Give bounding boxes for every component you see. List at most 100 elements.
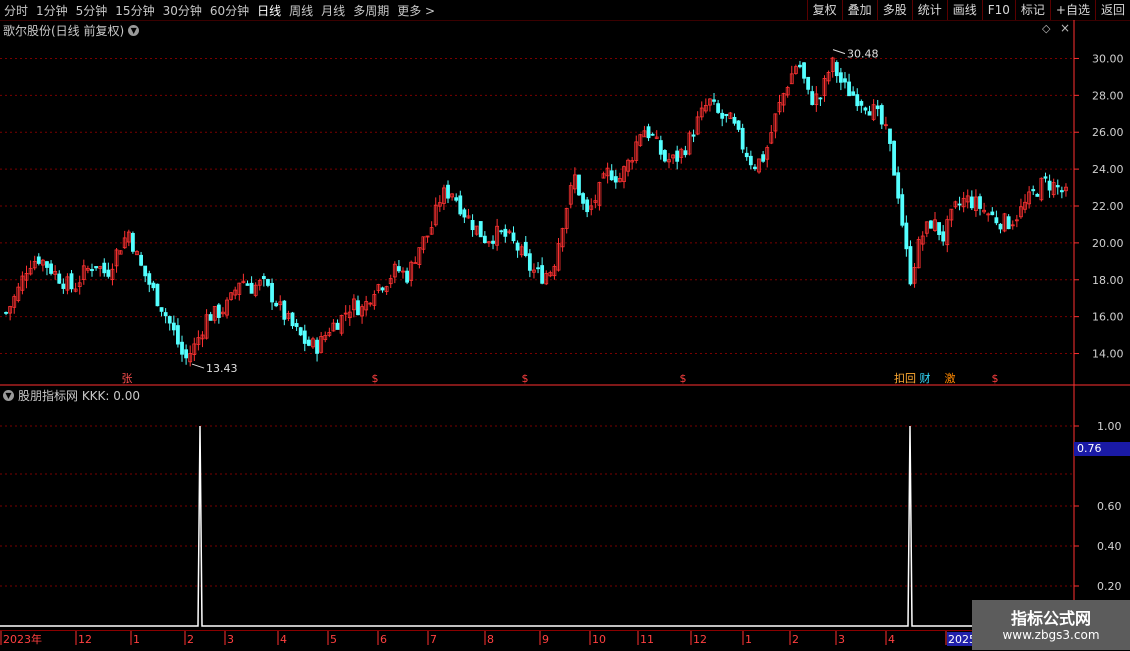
candle-body [863,107,868,111]
candle-body [798,64,802,68]
candle-body [888,128,892,144]
close-icon[interactable]: × [1060,21,1070,35]
candle-body [356,300,360,316]
candle-body [937,222,941,235]
candle-body [306,339,311,346]
candle-body [380,287,385,291]
signal-marker: 张 [122,372,133,385]
candle-body [90,268,94,272]
signal-marker: 激 [945,371,956,385]
candle-body [515,242,520,251]
candle-body [184,349,189,359]
indicator-current-value: 0.76 [1074,442,1130,456]
candle-body [536,267,540,270]
date-axis [0,630,1130,651]
candle-body [302,330,307,344]
candle-body [908,246,913,285]
candle-body [892,140,896,176]
candle-body [990,211,995,216]
watermark-title: 指标公式网 [1010,609,1091,628]
candle-body [335,322,340,330]
candle-body [405,270,409,283]
low-marker [191,363,205,369]
candle-body [658,140,663,155]
candle-body [446,184,450,199]
indicator-title: 股朋指标网 KKK: 0.00 [18,389,140,403]
candle-body [577,174,581,196]
candle-body [249,282,254,294]
candle-body [36,256,41,264]
candle-body [847,81,851,97]
candle-body [282,300,287,320]
signal-marker: $ [372,372,379,385]
high-marker [832,49,846,55]
low-label: 13.43 [206,362,238,375]
candle-body [613,176,618,183]
candle-body [478,221,483,238]
candle-body [139,254,143,266]
watermark: 指标公式网 www.zbgs3.com [972,600,1130,650]
candle-body [1006,216,1011,230]
price-tick-label: 18.00 [1092,274,1124,287]
candle-body [691,134,696,137]
price-tick-label: 20.00 [1092,237,1124,250]
candle-body [274,302,279,307]
candle-body [523,241,528,256]
main-pane-title-bar: 歌尔股份(日线 前复权) ▼ [3,22,140,39]
chevron-down-icon[interactable]: ▼ [3,390,14,401]
candle-body [167,316,172,324]
price-tick-label: 22.00 [1092,200,1124,213]
candle-body [131,232,135,252]
candle-body [843,78,847,83]
candle-body [208,314,213,321]
candle-body [1047,180,1052,191]
candle-body [159,307,164,312]
kline-chart[interactable]: 30.00 28.00 26.00 24.00 22.00 20.00 18.00 16.00… [0,0,1130,650]
candle-body [724,113,729,117]
candle-body [896,172,901,199]
indicator-tick-label: 0.60 [1097,500,1122,513]
candle-body [585,199,590,213]
candle-body [171,322,176,331]
candle-body [216,304,221,318]
candle-body [994,217,999,224]
candle-body [540,265,545,284]
candle-body [482,235,487,244]
indicator-tick-label: 0.40 [1097,540,1122,553]
candle-body [650,133,655,136]
candle-body [180,341,184,355]
price-tick-label: 16.00 [1092,311,1124,324]
candle-body [663,150,667,162]
candle-body [720,112,725,119]
candle-body [155,283,160,307]
watermark-url: www.zbgs3.com [1002,628,1100,642]
candle-body [1035,193,1040,197]
candle-body [294,323,299,327]
candle-body [753,166,757,170]
candle-body [609,170,614,181]
chevron-down-icon[interactable]: ▼ [128,25,140,36]
candle-body [143,265,148,277]
candle-body [61,283,66,289]
candle-body [1031,189,1036,192]
candle-body [147,273,152,285]
candle-body [176,325,180,345]
candle-body [969,196,974,209]
candle-body [712,99,716,102]
candle-body [744,152,749,158]
candle-body [736,120,741,130]
diamond-icon[interactable]: ◇ [1042,22,1050,35]
candle-body [851,91,856,96]
candle-body [900,194,905,226]
candle-body [998,223,1003,230]
candle-body [57,273,62,284]
candle-body [810,91,815,105]
indicator-pane-title-bar: ▼ 股朋指标网 KKK: 0.00 [3,387,140,404]
candle-body [45,261,49,268]
price-tick-label: 30.00 [1092,52,1124,65]
candle-body [499,230,504,233]
price-tick-label: 28.00 [1092,89,1124,102]
candle-body [163,312,168,317]
candle-body [266,279,270,286]
candle-body [151,282,156,289]
